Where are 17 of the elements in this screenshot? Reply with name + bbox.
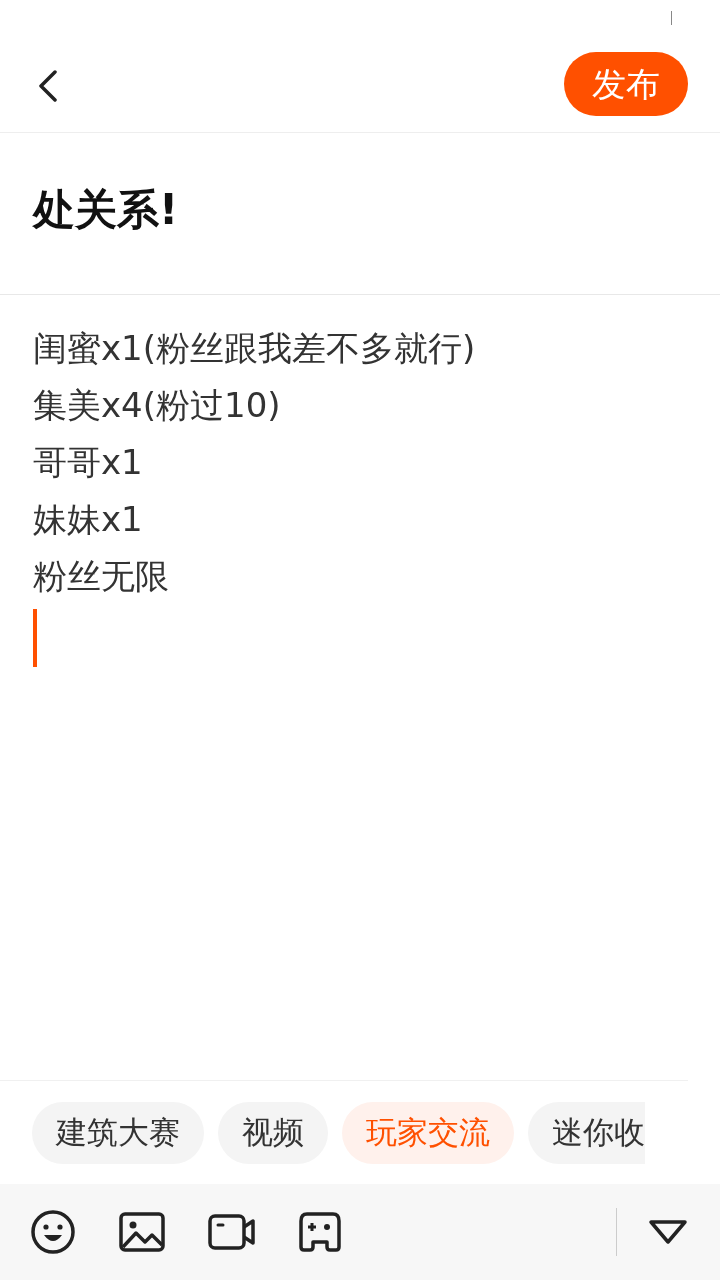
status-mark <box>671 11 672 25</box>
body-text-line: 妹妹x1 <box>33 498 144 541</box>
post-title[interactable]: 处关系! <box>33 181 179 238</box>
collapse-icon[interactable] <box>648 1219 688 1245</box>
body-text-line: 粉丝无限 <box>33 555 170 598</box>
body-text-line: 集美x4(粉过10) <box>33 384 282 427</box>
gamepad-icon[interactable] <box>299 1212 341 1252</box>
body-text-line: 哥哥x1 <box>33 441 144 484</box>
body-text-line: 闺蜜x1(粉丝跟我差不多就行) <box>33 327 477 370</box>
topic-tag[interactable]: 视频 <box>218 1101 328 1164</box>
video-camera-icon[interactable] <box>208 1214 256 1250</box>
topic-tag[interactable]: 建筑大赛 <box>32 1101 204 1164</box>
image-icon[interactable] <box>119 1212 165 1252</box>
topic-tag[interactable]: 迷你收 <box>528 1101 645 1164</box>
emoji-icon[interactable] <box>30 1209 76 1255</box>
text-cursor <box>33 609 37 667</box>
back-icon[interactable] <box>38 70 58 102</box>
